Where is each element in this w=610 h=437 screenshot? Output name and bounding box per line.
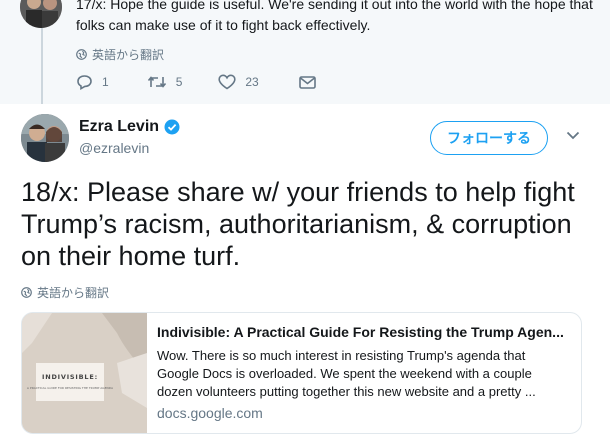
- link-card-title: Indivisible: A Practical Guide For Resis…: [157, 324, 564, 340]
- direct-message-button[interactable]: [298, 75, 325, 89]
- previous-tweet: 17/x: Hope the guide is useful. We're se…: [0, 0, 610, 104]
- follow-button[interactable]: フォローする: [430, 121, 548, 155]
- link-card-description: Wow. There is so much interest in resist…: [157, 348, 536, 399]
- author-handle[interactable]: @ezralevin: [79, 140, 149, 156]
- reply-count: 1: [102, 75, 109, 89]
- verified-badge-icon: [164, 119, 180, 135]
- link-card-image: INDIVISIBLE: A PRACTICAL GUIDE FOR RESIS…: [22, 313, 147, 433]
- retweet-button[interactable]: 5: [147, 75, 183, 89]
- translate-link[interactable]: 英語から翻訳: [76, 46, 164, 63]
- card-image-title: INDIVISIBLE:: [42, 373, 98, 381]
- chevron-down-icon[interactable]: [566, 131, 580, 140]
- avatar[interactable]: [20, 0, 62, 28]
- author-name: Ezra Levin: [79, 118, 160, 135]
- globe-icon: [21, 287, 32, 298]
- translate-label: 英語から翻訳: [37, 286, 110, 300]
- envelope-icon: [298, 75, 316, 89]
- link-card[interactable]: INDIVISIBLE: A PRACTICAL GUIDE FOR RESIS…: [21, 312, 582, 434]
- author-name-row[interactable]: Ezra Levin: [79, 118, 180, 136]
- author-avatar[interactable]: [21, 114, 69, 162]
- like-count: 23: [245, 75, 259, 89]
- heart-icon: [218, 74, 236, 90]
- globe-icon: [76, 49, 87, 60]
- reply-button[interactable]: 1: [76, 74, 109, 90]
- reply-icon: [77, 75, 92, 90]
- link-card-domain: docs.google.com: [157, 405, 263, 421]
- translate-label: 英語から翻訳: [92, 48, 165, 62]
- previous-tweet-text: 17/x: Hope the guide is useful. We're se…: [76, 0, 593, 33]
- retweet-icon: [147, 76, 166, 88]
- card-image-subtitle: A PRACTICAL GUIDE FOR RESISTING THE TRUM…: [27, 386, 114, 390]
- tweet-actions: 1 5 23: [76, 74, 347, 90]
- translate-link[interactable]: 英語から翻訳: [21, 284, 109, 301]
- tweet-text: 18/x: Please share w/ your friends to he…: [21, 177, 575, 271]
- like-button[interactable]: 23: [218, 74, 259, 90]
- retweet-count: 5: [175, 75, 183, 89]
